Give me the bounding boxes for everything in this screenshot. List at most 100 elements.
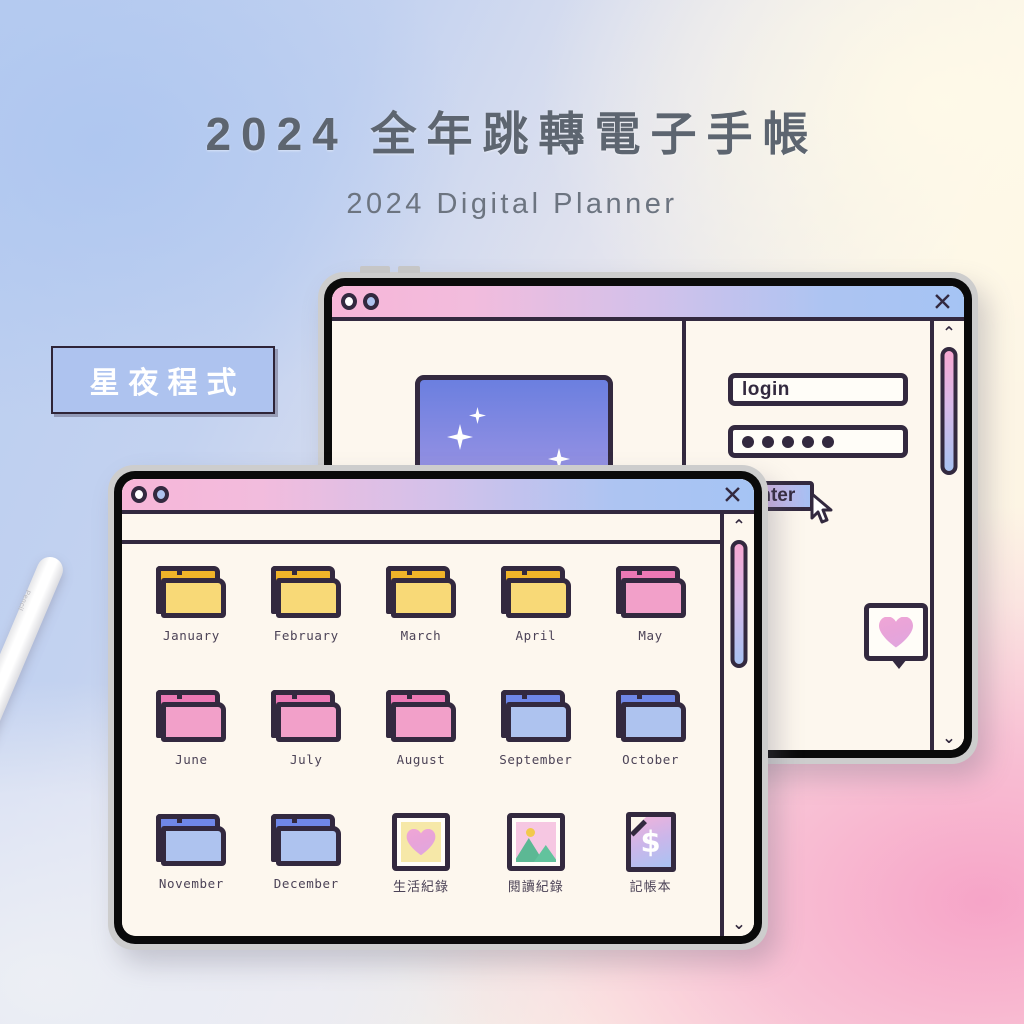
circle-white-icon[interactable] bbox=[131, 486, 147, 503]
desktop-item[interactable]: October bbox=[593, 682, 708, 806]
window-control-dots bbox=[341, 293, 379, 310]
desktop-item-label: July bbox=[289, 752, 323, 767]
tablet-front-bezel: ✕ January February March April May June July Au… bbox=[114, 471, 762, 944]
page-subtitle: 2024 Digital Planner bbox=[346, 188, 678, 220]
page-title: 2024 全年跳轉電子手帳 bbox=[205, 108, 819, 160]
folder-front bbox=[161, 702, 227, 742]
planner-toolbar bbox=[122, 514, 720, 544]
desktop-item[interactable]: 生活紀錄 bbox=[364, 806, 479, 930]
password-input[interactable] bbox=[728, 425, 908, 458]
login-window-titlebar[interactable]: ✕ bbox=[332, 286, 964, 321]
folder-icon bbox=[499, 690, 573, 746]
desktop-item-label: September bbox=[499, 752, 573, 767]
folder-front bbox=[620, 578, 686, 618]
picture-frame bbox=[391, 813, 450, 871]
folder-icon bbox=[269, 814, 343, 870]
folder-front bbox=[505, 702, 571, 742]
folder-front bbox=[276, 826, 342, 866]
desktop-item[interactable]: August bbox=[364, 682, 479, 806]
picture-frame bbox=[506, 813, 565, 871]
desktop-item[interactable]: January bbox=[134, 558, 249, 682]
window-control-dots bbox=[131, 486, 169, 503]
chevron-up-icon[interactable]: ⌃ bbox=[942, 325, 955, 341]
desktop-item-label: October bbox=[622, 752, 680, 767]
heart-bubble-icon[interactable] bbox=[864, 603, 928, 669]
folder-front bbox=[505, 578, 571, 618]
desktop-item-label: 閱讀紀錄 bbox=[507, 880, 564, 895]
desktop-item-label: 生活紀錄 bbox=[392, 880, 449, 895]
desktop-item-label: January bbox=[162, 628, 220, 643]
sparkle-icon bbox=[447, 424, 473, 450]
desktop-item-label: March bbox=[400, 628, 442, 643]
folder-icon bbox=[384, 566, 458, 622]
sparkle-icon bbox=[469, 407, 486, 424]
brand-badge: 星夜程式 bbox=[51, 346, 275, 414]
desktop-item[interactable]: 閱讀紀錄 bbox=[478, 806, 593, 930]
money-document-icon: $ bbox=[614, 812, 688, 872]
folder-icon bbox=[154, 566, 228, 622]
username-input[interactable]: login bbox=[728, 373, 908, 406]
dollar-sign-icon: $ bbox=[640, 825, 661, 859]
folder-front bbox=[390, 578, 456, 618]
desktop-item[interactable]: September bbox=[478, 682, 593, 806]
frame-inner bbox=[515, 822, 556, 862]
chevron-down-icon[interactable]: ⌄ bbox=[732, 916, 745, 932]
folder-front bbox=[620, 702, 686, 742]
desktop-item-label: 記帳本 bbox=[629, 880, 672, 895]
volume-button-up bbox=[360, 266, 390, 273]
password-masked-value bbox=[742, 435, 834, 448]
login-window-scrollbar[interactable]: ⌃ ⌄ bbox=[930, 321, 964, 750]
desktop-item-label: August bbox=[396, 752, 446, 767]
planner-window: ✕ January February March April May June July Au… bbox=[122, 479, 754, 936]
folder-front bbox=[276, 702, 342, 742]
desktop-item[interactable]: February bbox=[249, 558, 364, 682]
planner-window-titlebar[interactable]: ✕ bbox=[122, 479, 754, 514]
folder-icon bbox=[269, 566, 343, 622]
folder-icon bbox=[269, 690, 343, 746]
heart-icon bbox=[879, 617, 913, 648]
scrollbar-thumb[interactable] bbox=[940, 347, 958, 475]
sun-icon bbox=[525, 828, 535, 837]
circle-blue-icon[interactable] bbox=[363, 293, 379, 310]
folder-grid: January February March April May June July Augu… bbox=[122, 544, 720, 936]
folder-icon bbox=[154, 814, 228, 870]
planner-window-scrollbar[interactable]: ⌃ ⌄ bbox=[720, 514, 754, 936]
folder-front bbox=[161, 826, 227, 866]
folder-icon bbox=[614, 566, 688, 622]
folder-icon bbox=[384, 690, 458, 746]
desktop-item-label: April bbox=[515, 628, 557, 643]
desktop-item[interactable]: $ 記帳本 bbox=[593, 806, 708, 930]
close-icon[interactable]: ✕ bbox=[932, 289, 953, 314]
planner-window-content: January February March April May June July Augu… bbox=[122, 514, 720, 936]
close-icon[interactable]: ✕ bbox=[722, 482, 743, 507]
tablet-front: ✕ January February March April May June July Au… bbox=[108, 465, 768, 950]
scrollbar-thumb[interactable] bbox=[730, 540, 748, 668]
tablet-front-screen: ✕ January February March April May June July Au… bbox=[122, 479, 754, 936]
desktop-item[interactable]: June bbox=[134, 682, 249, 806]
volume-button-down bbox=[398, 266, 420, 273]
desktop-item[interactable]: April bbox=[478, 558, 593, 682]
chevron-up-icon[interactable]: ⌃ bbox=[732, 518, 745, 534]
planner-window-body: January February March April May June July Augu… bbox=[122, 514, 754, 936]
folder-front bbox=[276, 578, 342, 618]
desktop-item[interactable]: November bbox=[134, 806, 249, 930]
folder-front bbox=[161, 578, 227, 618]
folder-icon bbox=[614, 690, 688, 746]
folder-icon bbox=[499, 566, 573, 622]
document-shape: $ bbox=[625, 812, 676, 872]
desktop-item[interactable]: May bbox=[593, 558, 708, 682]
desktop-item[interactable]: March bbox=[364, 558, 479, 682]
desktop-item[interactable]: December bbox=[249, 806, 364, 930]
folder-front bbox=[390, 702, 456, 742]
desktop-item-label: June bbox=[175, 752, 208, 767]
circle-white-icon[interactable] bbox=[341, 293, 357, 310]
frame-inner bbox=[400, 822, 441, 862]
chevron-down-icon[interactable]: ⌄ bbox=[942, 730, 955, 746]
heart-icon bbox=[407, 829, 436, 855]
desktop-item-label: December bbox=[273, 876, 339, 891]
desktop-item-label: February bbox=[273, 628, 339, 643]
photo-frame-icon bbox=[499, 813, 573, 871]
desktop-item[interactable]: July bbox=[249, 682, 364, 806]
circle-blue-icon[interactable] bbox=[153, 486, 169, 503]
desktop-item-label: November bbox=[158, 876, 224, 891]
